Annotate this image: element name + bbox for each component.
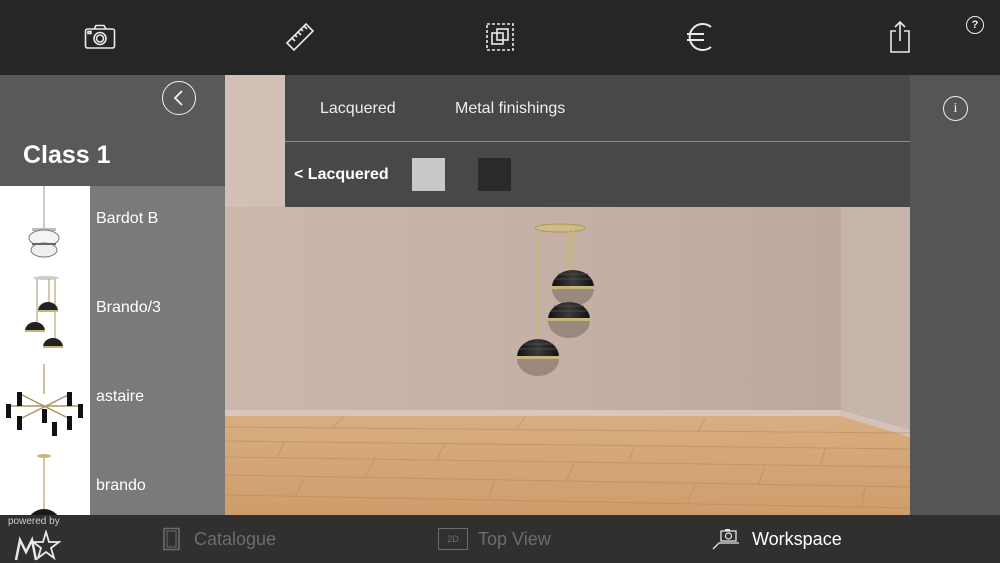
lacquered-back-link[interactable]: < Lacquered — [294, 166, 389, 184]
nav-catalogue[interactable]: Catalogue — [162, 515, 276, 563]
list-item[interactable]: Bardot B — [0, 186, 225, 275]
lamp-thumbnail-astaire — [6, 364, 83, 436]
euro-button[interactable] — [682, 19, 718, 55]
nav-top-view-label: Top View — [478, 528, 551, 549]
class-title: Class 1 — [23, 141, 111, 169]
help-button[interactable]: ? — [966, 16, 984, 34]
product-list: Bardot B Brando/3 astaire brando — [0, 186, 225, 515]
info-button[interactable]: i — [943, 96, 968, 121]
nav-workspace[interactable]: Workspace — [712, 515, 842, 563]
right-wall — [840, 207, 910, 437]
nav-top-view[interactable]: 2D Top View — [438, 515, 551, 563]
ruler-icon — [285, 22, 315, 52]
brand-logo — [14, 530, 62, 561]
camera-icon — [84, 24, 116, 49]
powered-by-label: powered by — [8, 516, 60, 527]
product-thumbnail — [0, 186, 90, 275]
divider — [285, 141, 910, 142]
layers-button[interactable] — [482, 19, 518, 55]
camera-button[interactable] — [82, 19, 118, 55]
right-strip: i — [910, 75, 1000, 515]
top-toolbar: ? — [0, 0, 1000, 75]
chevron-left-icon — [173, 90, 183, 106]
workspace-camera-icon — [712, 529, 739, 550]
layers-icon — [486, 23, 514, 51]
nav-workspace-label: Workspace — [752, 528, 842, 549]
product-thumbnail — [0, 275, 90, 364]
list-item[interactable]: Brando/3 — [0, 275, 225, 364]
product-thumbnail — [0, 364, 90, 453]
euro-icon — [687, 23, 712, 51]
product-name: Brando/3 — [96, 299, 161, 316]
2d-icon: 2D — [438, 528, 468, 550]
product-name: astaire — [96, 388, 145, 405]
book-icon — [163, 527, 180, 551]
product-thumbnail — [0, 453, 90, 515]
back-button[interactable] — [162, 81, 196, 115]
swatch-light-grey[interactable] — [412, 158, 445, 191]
ruler-button[interactable] — [282, 19, 318, 55]
bottom-nav-bar: powered by Catalogue 2D Top View Workspa… — [0, 515, 1000, 563]
tab-metal-finishings[interactable]: Metal finishings — [455, 100, 565, 118]
swatch-black[interactable] — [478, 158, 511, 191]
list-item[interactable]: brando — [0, 453, 225, 515]
product-sidebar: Class 1 Bardot B Brando/3 astaire brando — [0, 75, 225, 515]
product-name: brando — [96, 477, 146, 494]
nav-catalogue-label: Catalogue — [194, 528, 277, 549]
lamp-thumbnail-bardot — [28, 186, 60, 258]
share-button[interactable] — [882, 19, 918, 55]
lamp-thumbnail-brando3 — [25, 276, 63, 348]
finishing-panel: Lacquered Metal finishings < Lacquered — [285, 75, 910, 207]
share-icon — [890, 20, 910, 53]
lamp-thumbnail-brando — [30, 454, 58, 515]
class-header: Class 1 — [0, 75, 225, 186]
tab-lacquered[interactable]: Lacquered — [320, 100, 396, 118]
product-name: Bardot B — [96, 210, 159, 227]
list-item[interactable]: astaire — [0, 364, 225, 453]
